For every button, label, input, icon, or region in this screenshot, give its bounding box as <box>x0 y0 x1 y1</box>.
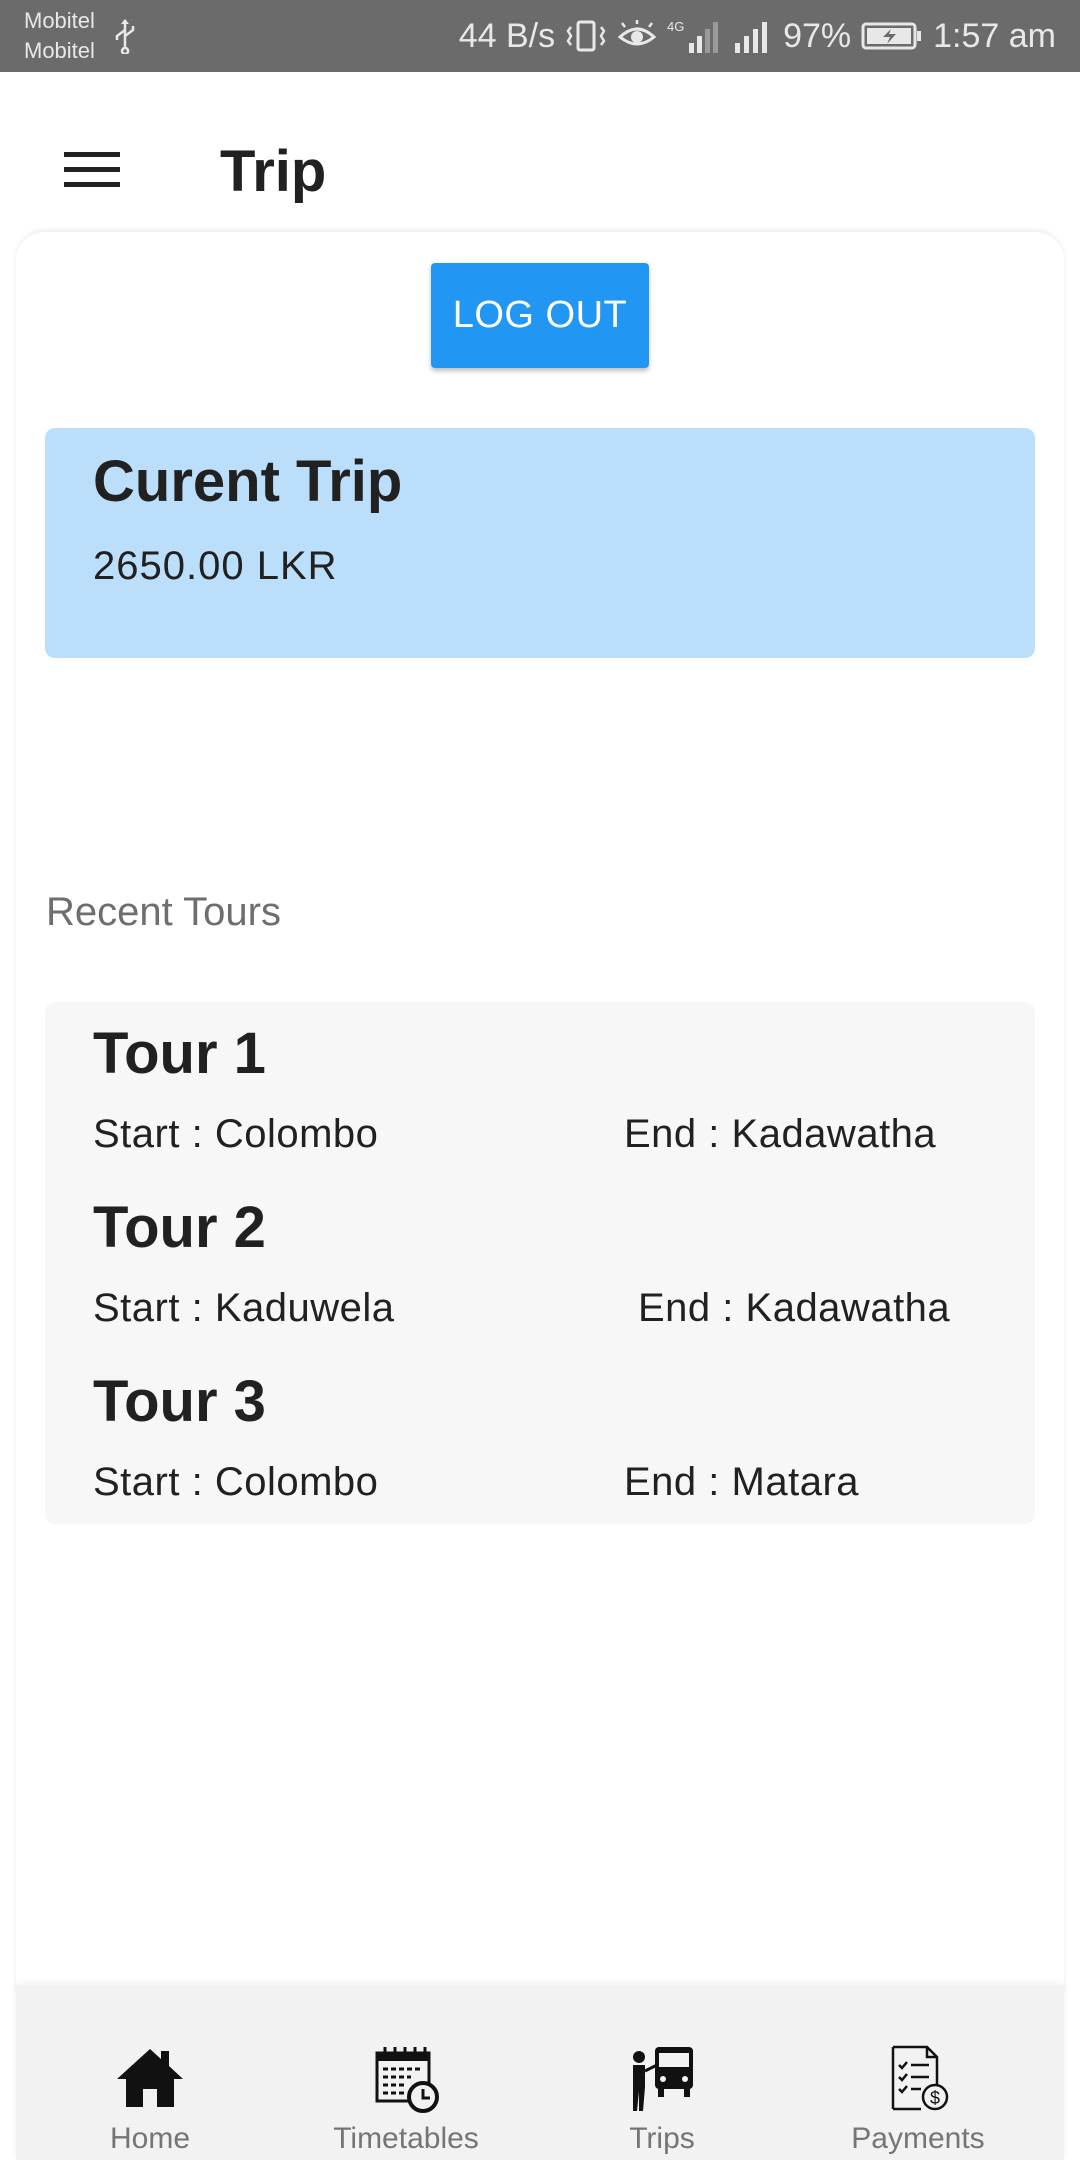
nav-label-home: Home <box>109 2122 191 2155</box>
battery-charging-icon <box>861 22 922 50</box>
tour-item[interactable]: Tour 3 Start : Colombo End : Matara <box>45 1350 1035 1524</box>
invoice-payment-icon: $ <box>891 2045 949 2111</box>
tour-end: End : Matara <box>624 1460 860 1504</box>
tour-start: Start : Kaduwela <box>93 1286 395 1330</box>
usb-icon <box>115 19 135 54</box>
page-title: Trip <box>220 139 327 204</box>
svg-text:$: $ <box>930 2088 940 2108</box>
net-speed: 44 B/s <box>458 16 556 55</box>
content-sheet: LOG OUT Curent Trip 2650.00 LKR Recent T… <box>16 232 1064 1992</box>
vibrate-icon <box>566 20 606 52</box>
current-trip-card: Curent Trip 2650.00 LKR <box>45 428 1035 658</box>
nav-item-trips[interactable]: Trips <box>542 1985 782 2160</box>
tour-start: Start : Colombo <box>93 1460 379 1504</box>
carrier-2: Mobitel <box>24 38 95 63</box>
nav-label-timetables: Timetables <box>333 2122 479 2155</box>
nav-item-payments[interactable]: $ Payments <box>798 1985 1038 2160</box>
eye-comfort-icon <box>617 20 657 46</box>
clock: 1:57 am <box>933 16 1056 55</box>
current-trip-title: Curent Trip <box>93 449 403 514</box>
bottom-navigation: Home Timetables Trips $ Payments <box>16 1985 1064 2160</box>
app-bar: Trip <box>0 72 1080 232</box>
nav-label-trips: Trips <box>629 2122 695 2155</box>
network-type-text: 4G <box>667 19 684 34</box>
hamburger-menu-icon[interactable] <box>64 150 120 190</box>
signal-icon <box>735 22 768 53</box>
recent-tours-label: Recent Tours <box>46 890 281 934</box>
nav-item-home[interactable]: Home <box>30 1985 270 2160</box>
tour-name: Tour 1 <box>93 1021 266 1086</box>
battery-percent: 97% <box>783 16 852 55</box>
status-bar: Mobitel Mobitel 44 B/s 4G 97% 1:57 am <box>0 0 1080 72</box>
tour-end: End : Kadawatha <box>638 1286 951 1330</box>
nav-item-timetables[interactable]: Timetables <box>286 1985 526 2160</box>
tour-name: Tour 3 <box>93 1369 266 1434</box>
signal-4g-icon: 4G <box>667 19 719 53</box>
status-indicators: 44 B/s 4G 97% 1:57 am <box>459 0 1056 72</box>
carrier-1: Mobitel <box>24 8 95 33</box>
tour-item[interactable]: Tour 2 Start : Kaduwela End : Kadawatha <box>45 1176 1035 1350</box>
tour-start: Start : Colombo <box>93 1112 379 1156</box>
carrier-labels: Mobitel Mobitel <box>24 6 95 66</box>
tour-item[interactable]: Tour 1 Start : Colombo End : Kadawatha <box>45 1002 1035 1176</box>
home-icon <box>117 2049 183 2107</box>
calendar-clock-icon <box>375 2047 439 2113</box>
tour-name: Tour 2 <box>93 1195 266 1260</box>
nav-label-payments: Payments <box>851 2122 985 2155</box>
current-trip-amount: 2650.00 LKR <box>93 544 338 588</box>
logout-button[interactable]: LOG OUT <box>431 263 649 368</box>
tour-end: End : Kadawatha <box>624 1112 937 1156</box>
recent-tours-list: Tour 1 Start : Colombo End : Kadawatha T… <box>45 1002 1035 1524</box>
bus-trip-icon <box>633 2047 693 2111</box>
